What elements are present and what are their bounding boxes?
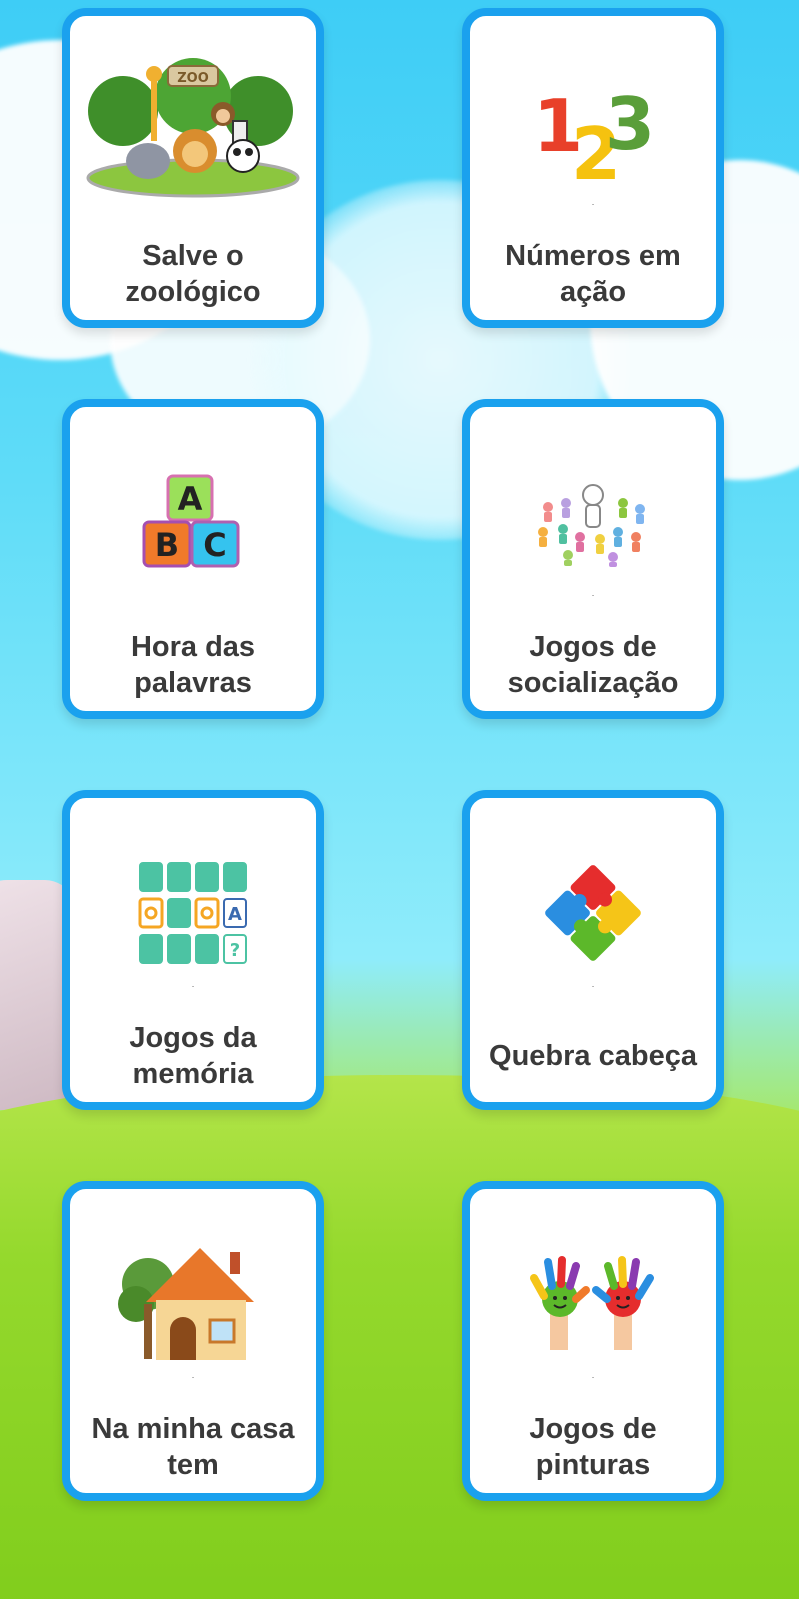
separator-dot: . xyxy=(191,980,195,989)
card-jogos-de-pinturas[interactable]: . Jogos de pinturas xyxy=(462,1181,724,1501)
svg-text:?: ? xyxy=(230,940,240,961)
numbers-123-icon: 1 2 3 xyxy=(470,56,716,206)
separator-dot: . xyxy=(591,198,595,207)
card-quebra-cabeca[interactable]: . Quebra cabeça xyxy=(462,790,724,1110)
separator-dot: . xyxy=(591,980,595,989)
card-salve-o-zoologico[interactable]: ZOO Salve o zoológico xyxy=(62,8,324,328)
card-numeros-em-acao[interactable]: 1 2 3 . Números em ação xyxy=(462,8,724,328)
separator-dot: . xyxy=(591,589,595,598)
zoo-icon: ZOO xyxy=(70,56,316,206)
puzzle-icon xyxy=(470,838,716,988)
people-group-icon xyxy=(470,447,716,597)
svg-text:ZOO: ZOO xyxy=(177,71,209,86)
svg-text:A: A xyxy=(178,480,203,518)
card-label: Jogos de socialização xyxy=(507,631,679,699)
card-hora-das-palavras[interactable]: A B C Hora das palavras xyxy=(62,399,324,719)
separator-dot: . xyxy=(591,1371,595,1380)
card-label: Na minha casa tem xyxy=(91,1413,295,1481)
abc-blocks-icon: A B C xyxy=(70,447,316,597)
svg-text:A: A xyxy=(228,904,242,925)
svg-text:B: B xyxy=(155,526,179,564)
memory-cards-icon: A ? xyxy=(70,838,316,988)
card-na-minha-casa-tem[interactable]: . Na minha casa tem xyxy=(62,1181,324,1501)
painted-hands-icon xyxy=(470,1229,716,1379)
svg-text:C: C xyxy=(203,526,226,564)
card-label: Jogos de pinturas xyxy=(529,1413,657,1481)
svg-text:3: 3 xyxy=(605,82,655,166)
card-label: Hora das palavras xyxy=(130,631,256,699)
card-jogos-da-memoria[interactable]: A ? . Jogos da memória xyxy=(62,790,324,1110)
card-label: Números em ação xyxy=(505,240,681,308)
card-label: Salve o zoológico xyxy=(125,240,261,308)
house-icon xyxy=(70,1229,316,1379)
card-jogos-de-socializacao[interactable]: . Jogos de socialização xyxy=(462,399,724,719)
card-label: Quebra cabeça xyxy=(489,1040,697,1072)
separator-dot: . xyxy=(191,1371,195,1380)
card-label: Jogos da memória xyxy=(129,1022,257,1090)
